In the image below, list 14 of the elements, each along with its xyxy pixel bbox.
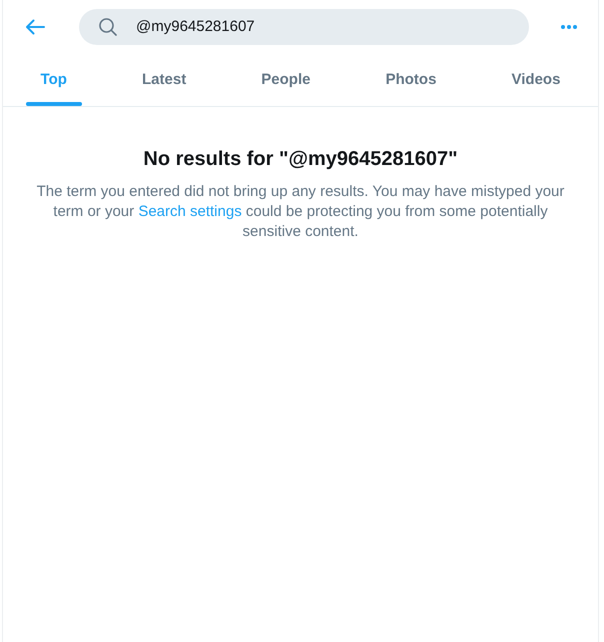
search-icon bbox=[99, 18, 117, 36]
search-tab[interactable]: Videos bbox=[474, 53, 598, 106]
no-results-heading: No results for "@my9645281607" bbox=[142, 147, 459, 172]
search-tab[interactable]: Latest bbox=[104, 53, 224, 106]
more-icon[interactable] bbox=[561, 24, 577, 28]
search-field[interactable]: @my9645281607 bbox=[79, 8, 529, 44]
search-input[interactable]: @my9645281607 bbox=[136, 16, 513, 36]
search-tab[interactable]: Top bbox=[3, 53, 104, 106]
tab-indicator bbox=[26, 102, 82, 106]
no-results-message: The term you entered did not bring up any results. You may have mistyped your term or your Search settings could be protecting you from some potentially sensitive content. bbox=[36, 182, 566, 242]
search-settings-link[interactable]: Search settings bbox=[138, 203, 242, 220]
search-tab[interactable]: Photos bbox=[348, 53, 474, 106]
back-arrow-icon[interactable] bbox=[25, 18, 45, 34]
search-tab[interactable]: People bbox=[224, 53, 348, 106]
